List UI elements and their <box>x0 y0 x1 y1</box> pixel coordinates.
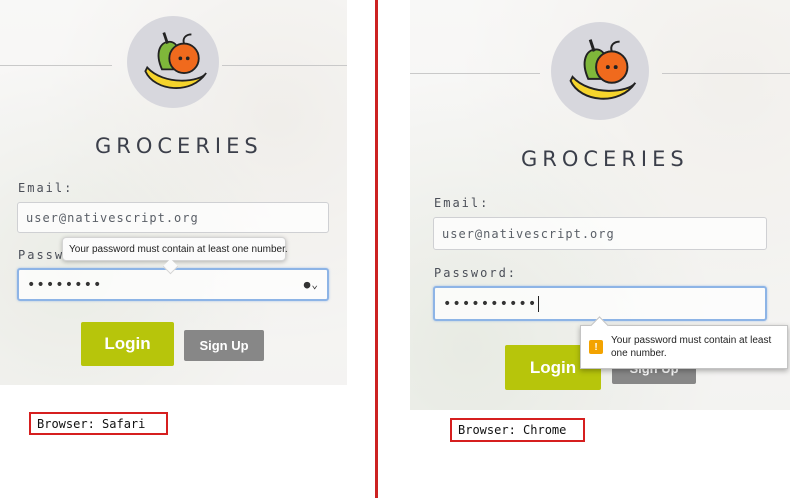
chrome-caption: Browser: Chrome <box>450 418 585 442</box>
header-line-right <box>222 65 347 66</box>
email-value: user@nativescript.org <box>442 226 615 241</box>
email-label: Email: <box>434 196 490 210</box>
panel-divider <box>375 0 378 498</box>
warning-icon: ! <box>589 340 603 354</box>
safari-validation-tooltip: Your password must contain at least one … <box>62 237 288 275</box>
tooltip-text: Your password must contain at least one … <box>611 335 772 359</box>
chrome-screenshot: GROCERIES Email: user@nativescript.org P… <box>410 0 790 410</box>
app-title: GROCERIES <box>521 147 689 171</box>
email-value: user@nativescript.org <box>26 210 199 225</box>
safari-caption: Browser: Safari <box>29 412 168 435</box>
email-input[interactable]: user@nativescript.org <box>17 202 329 233</box>
password-input[interactable]: •••••••• ●⌄ <box>17 268 329 301</box>
safari-screenshot: GROCERIES Email: user@nativescript.org P… <box>0 0 347 385</box>
signup-button[interactable]: Sign Up <box>184 330 264 361</box>
login-button[interactable]: Login <box>81 322 174 366</box>
tooltip-text: Your password must contain at least one … <box>69 243 288 255</box>
email-input[interactable]: user@nativescript.org <box>433 217 767 250</box>
text-caret <box>538 295 540 312</box>
email-label: Email: <box>18 181 74 195</box>
header-line-left <box>0 65 112 66</box>
password-dots: •••••••• <box>27 276 103 293</box>
fruit-logo-icon <box>127 16 219 108</box>
password-label: Password: <box>434 266 518 280</box>
header-line-left <box>410 73 540 74</box>
chrome-validation-tooltip: ! Your password must contain at least on… <box>580 316 788 369</box>
fruit-logo-icon <box>551 22 649 120</box>
password-dots: •••••••••• <box>443 295 538 312</box>
app-title: GROCERIES <box>95 134 263 158</box>
header-line-right <box>662 73 790 74</box>
key-icon[interactable]: ●⌄ <box>304 278 319 291</box>
password-input[interactable]: •••••••••• <box>433 286 767 321</box>
